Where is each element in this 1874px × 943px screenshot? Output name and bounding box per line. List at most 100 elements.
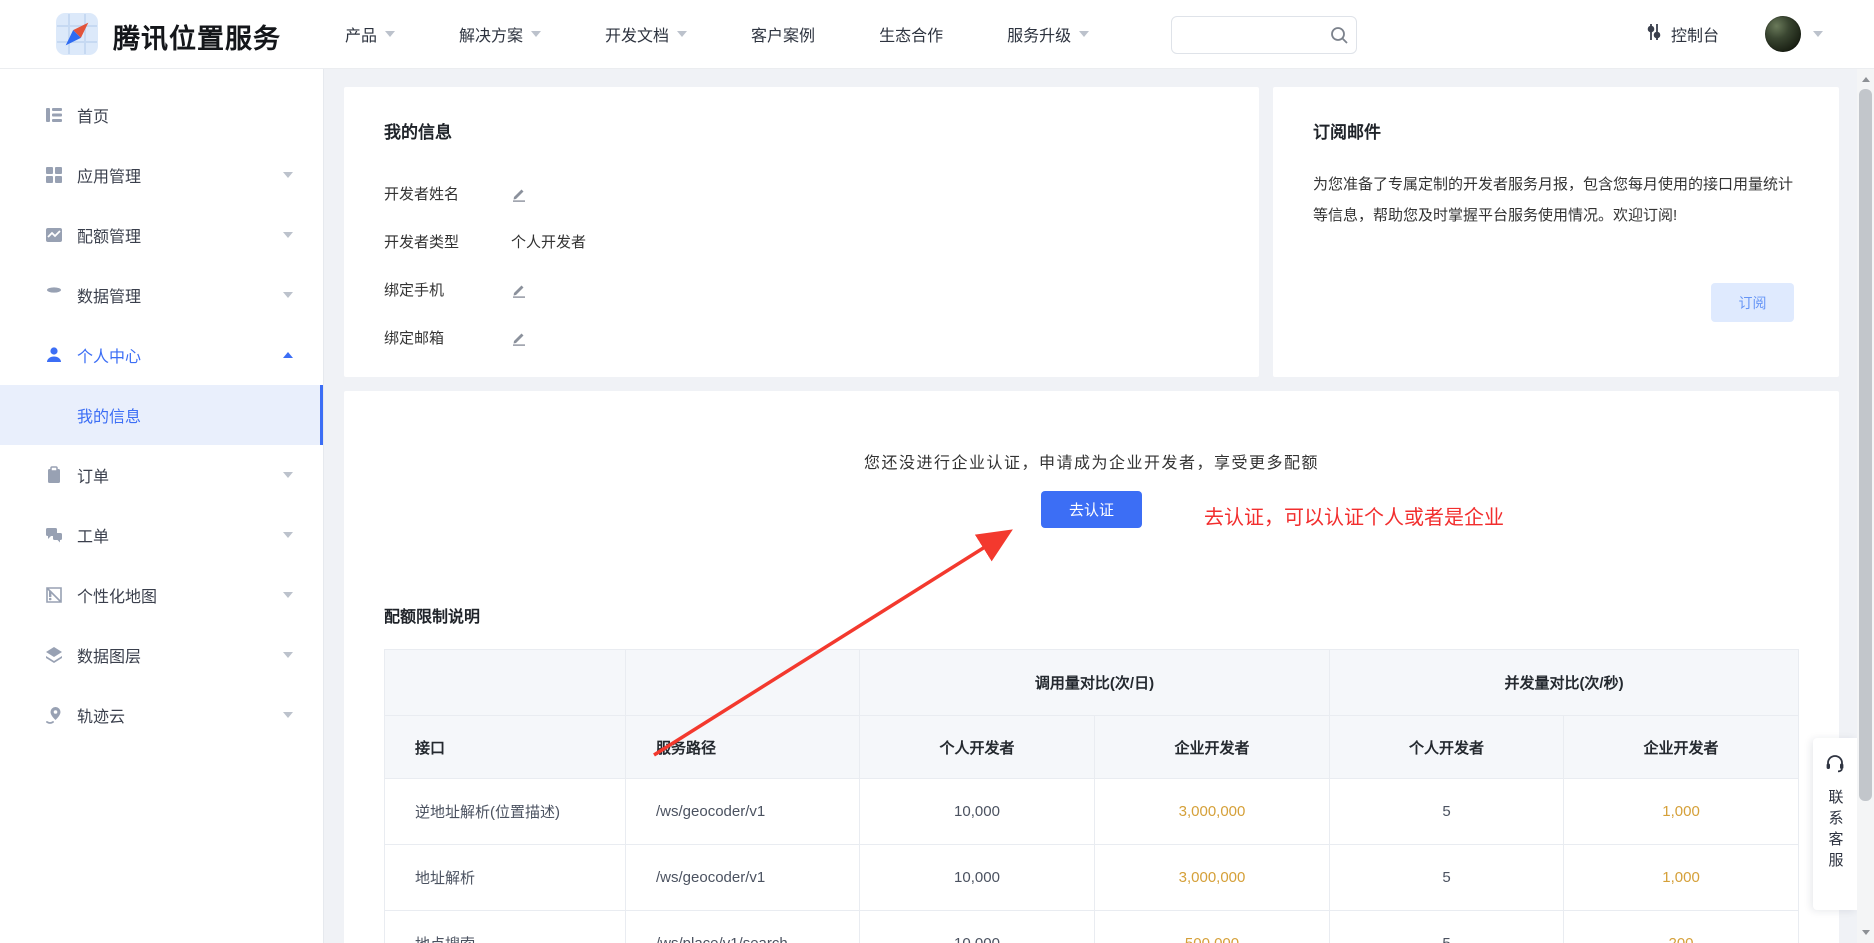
blank-header-cell [626,650,860,716]
avatar[interactable] [1765,16,1801,52]
brand-title: 腾讯位置服务 [113,17,281,56]
subscribe-card: 订阅邮件 为您准备了专属定制的开发者服务月报，包含您每月使用的接口用量统计等信息… [1273,87,1839,377]
nav-item-products[interactable]: 产品 [345,22,395,46]
contact-support-tab[interactable]: 联系客服 [1813,738,1857,910]
quota-section-title: 配额限制说明 [384,603,480,627]
chart-icon [44,225,64,245]
compass-logo-icon [55,12,99,61]
sidebar-item-my-info[interactable]: 我的信息 [0,385,323,445]
sidebar-item-custom-map[interactable]: 个性化地图 [0,565,323,625]
chevron-down-icon [385,31,395,37]
scroll-down-arrow[interactable] [1857,924,1874,941]
sidebar-item-data-management[interactable]: 数据管理 [0,265,323,325]
sidebar-item-app-management[interactable]: 应用管理 [0,145,323,205]
go-certify-button[interactable]: 去认证 [1041,491,1142,528]
subscribe-button[interactable]: 订阅 [1711,283,1794,322]
subscribe-card-title: 订阅邮件 [1313,118,1799,143]
chevron-down-icon [531,31,541,37]
clipboard-icon [44,465,64,485]
profile-card: 我的信息 开发者姓名 开发者类型 个人开发者 绑定手机 [344,87,1259,377]
field-label: 绑定邮箱 [384,327,511,348]
table-header-row: 接口 服务路径 个人开发者 企业开发者 个人开发者 企业开发者 [385,716,1799,779]
cell-api-name: 地址解析 [385,845,626,911]
nav-item-ecosystem[interactable]: 生态合作 [879,22,943,46]
chevron-down-icon [283,292,293,298]
nav-item-cases[interactable]: 客户案例 [751,22,815,46]
sidebar-item-label: 配额管理 [77,223,141,247]
sidebar-item-label: 个人中心 [77,343,141,367]
subscribe-description: 为您准备了专属定制的开发者服务月报，包含您每月使用的接口用量统计等信息，帮助您及… [1313,169,1803,231]
nav-item-label: 生态合作 [879,22,943,46]
sidebar-item-label: 订单 [77,463,109,487]
profile-row-name: 开发者姓名 [384,183,527,204]
column-header: 服务路径 [626,716,860,779]
nav-item-solutions[interactable]: 解决方案 [459,22,541,46]
scroll-up-arrow[interactable] [1857,71,1874,88]
cell-personal-daily: 10,000 [860,911,1095,943]
sidebar: 首页 应用管理 配额管理 [0,69,324,943]
chevron-down-icon [283,172,293,178]
sliders-icon [1645,23,1663,46]
quota-card: 您还没进行企业认证，申请成为企业开发者，享受更多配额 去认证 去认证，可以认证个… [344,391,1839,943]
sidebar-item-home[interactable]: 首页 [0,85,323,145]
sidebar-item-personal-center[interactable]: 个人中心 [0,325,323,385]
nav-item-label: 开发文档 [605,22,669,46]
chevron-down-icon [283,712,293,718]
chevron-down-icon [283,472,293,478]
cell-personal-daily: 10,000 [860,779,1095,845]
sidebar-item-data-layers[interactable]: 数据图层 [0,625,323,685]
pin-icon [44,705,64,725]
table-row: 地点搜索 /ws/place/v1/search 10,000 500,000 … [385,911,1799,943]
table-row: 地址解析 /ws/geocoder/v1 10,000 3,000,000 5 … [385,845,1799,911]
app-window: 腾讯位置服务 产品 解决方案 开发文档 客户案例 生态合作 服务升级 [0,0,1874,943]
chevron-down-icon [283,532,293,538]
field-label: 开发者姓名 [384,183,511,204]
sidebar-item-label: 应用管理 [77,163,141,187]
nav-item-service-upgrade[interactable]: 服务升级 [1007,22,1089,46]
column-header: 个人开发者 [860,716,1095,779]
column-header: 企业开发者 [1564,716,1799,779]
list-icon [44,105,64,125]
triangle-down-icon [1862,930,1870,935]
sidebar-item-label: 个性化地图 [77,583,157,607]
search-icon[interactable] [1322,26,1356,45]
sidebar-item-tickets[interactable]: 工单 [0,505,323,565]
vertical-scrollbar[interactable] [1857,69,1874,943]
cell-enterprise-concurrency: 200 [1564,911,1799,943]
cell-api-name: 逆地址解析(位置描述) [385,779,626,845]
console-link[interactable]: 控制台 [1645,0,1719,68]
user-menu[interactable] [1765,0,1823,68]
edit-pencil-icon[interactable] [511,330,527,346]
edit-pencil-icon[interactable] [511,186,527,202]
search-input[interactable] [1172,17,1322,53]
edit-pencil-icon[interactable] [511,282,527,298]
profile-row-phone: 绑定手机 [384,279,527,300]
group-header-concurrency: 并发量对比(次/秒) [1330,650,1799,716]
sidebar-item-label: 轨迹云 [77,703,125,727]
sidebar-item-track-cloud[interactable]: 轨迹云 [0,685,323,745]
scrollbar-thumb[interactable] [1859,89,1872,801]
quota-table: 调用量对比(次/日) 并发量对比(次/秒) 接口 服务路径 个人开发者 企业开发… [384,649,1799,943]
chevron-down-icon [1079,31,1089,37]
table-row: 逆地址解析(位置描述) /ws/geocoder/v1 10,000 3,000… [385,779,1799,845]
nav-item-label: 解决方案 [459,22,523,46]
column-header: 接口 [385,716,626,779]
sidebar-item-quota-management[interactable]: 配额管理 [0,205,323,265]
sidebar-item-label: 我的信息 [77,403,141,427]
sidebar-item-label: 工单 [77,523,109,547]
profile-row-email: 绑定邮箱 [384,327,527,348]
cell-personal-concurrency: 5 [1330,779,1564,845]
brand-logo[interactable]: 腾讯位置服务 [55,12,281,61]
chevron-up-icon [283,352,293,358]
cell-personal-concurrency: 5 [1330,845,1564,911]
nav-item-docs[interactable]: 开发文档 [605,22,687,46]
main-nav: 产品 解决方案 开发文档 客户案例 生态合作 服务升级 [345,0,1089,68]
user-icon [44,345,64,365]
layers-icon [44,645,64,665]
group-header-daily-calls: 调用量对比(次/日) [860,650,1330,716]
triangle-up-icon [1862,77,1870,82]
field-label: 绑定手机 [384,279,511,300]
sidebar-item-orders[interactable]: 订单 [0,445,323,505]
red-annotation-text: 去认证，可以认证个人或者是企业 [1204,501,1504,530]
database-icon [44,285,64,305]
